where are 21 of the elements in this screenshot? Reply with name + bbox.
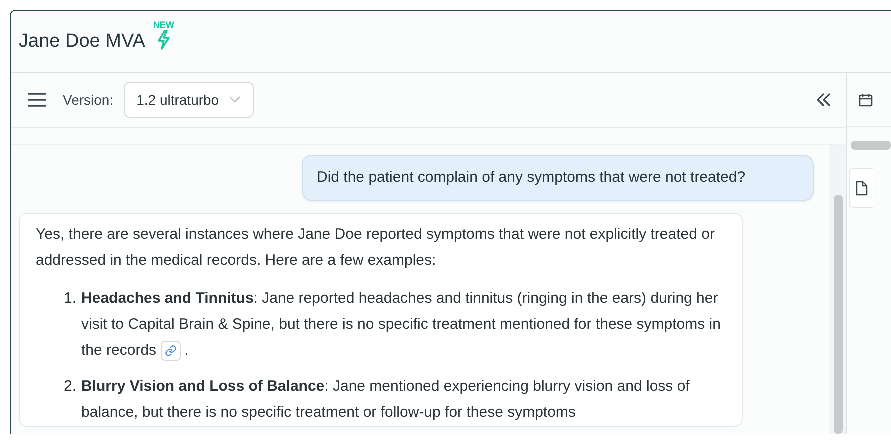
answer-intro: Yes, there are several instances where Jane Doe reported symptoms that were not explicitly treated or addressed in the medical records. Here are a few examples: <box>36 225 716 271</box>
citation-link-button[interactable] <box>160 341 181 362</box>
collapse-icon[interactable] <box>816 92 832 108</box>
list-item-text: Headaches and Tinnitus: Jane reported headaches and tinnitus (ringing in the ears) during her visit to Capital Brain & Spine, but there is no specific treatment mentioned for these symptoms in the records . <box>82 286 726 364</box>
user-message: Did the patient complain of any symptoms that were not treated? <box>302 155 814 201</box>
version-select[interactable]: 1.2 ultraturbo <box>124 82 254 118</box>
chevron-down-icon <box>229 96 242 104</box>
new-label: NEW <box>153 20 174 30</box>
window-title: Jane Doe MVA <box>19 30 146 52</box>
scrollbar-thumb[interactable] <box>851 141 891 150</box>
link-icon <box>164 345 177 358</box>
version-label: Version: <box>63 92 114 108</box>
list-number: 2. <box>64 377 77 397</box>
document-button[interactable] <box>849 168 873 208</box>
list-item-text: Blurry Vision and Loss of Balance: Jane mentioned experiencing blurry vision and loss of balance, but there is no specific treatment or follow-up for these symptoms <box>82 377 691 423</box>
menu-icon[interactable] <box>27 92 47 108</box>
calendar-icon[interactable] <box>859 92 873 106</box>
lightning-icon <box>156 30 172 50</box>
document-icon <box>856 180 868 196</box>
scrollbar-thumb[interactable] <box>834 195 843 434</box>
list-number: 1. <box>64 289 77 309</box>
